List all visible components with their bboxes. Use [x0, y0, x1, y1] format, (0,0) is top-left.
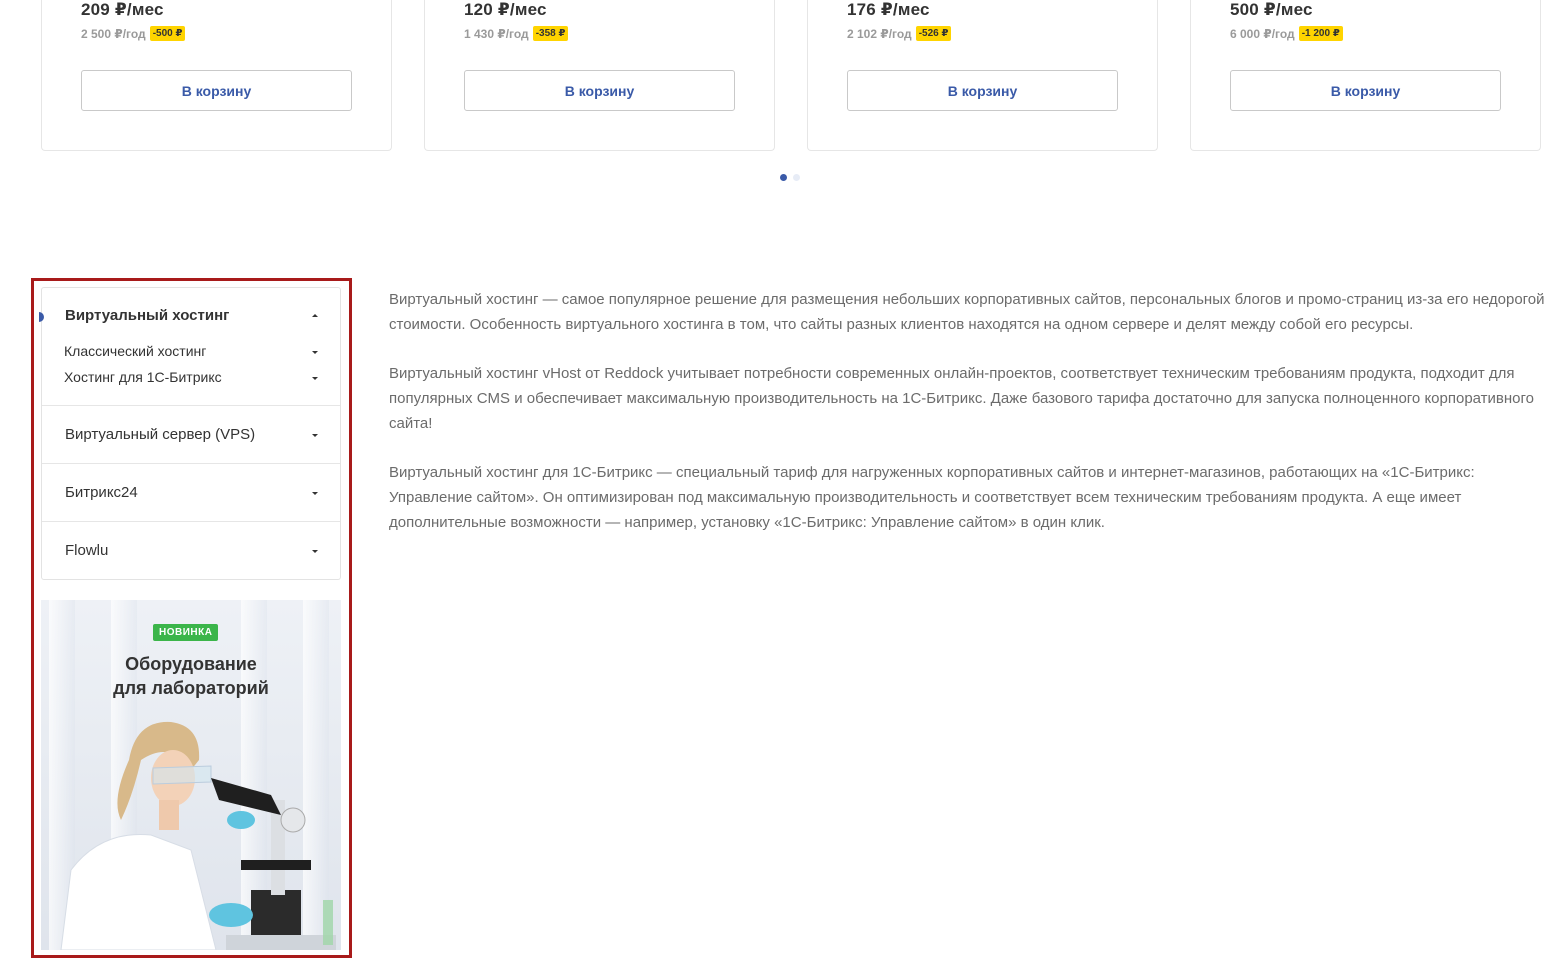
- monthly-price: 176 ₽/мес: [847, 0, 930, 19]
- discount-badge: -500 ₽: [149, 26, 186, 41]
- carousel-dot-active[interactable]: [780, 174, 787, 181]
- chevron-down-icon[interactable]: [312, 351, 318, 354]
- description-paragraph: Виртуальный хостинг для 1С-Битрикс — спе…: [389, 464, 1475, 531]
- sidebar-subitem-classic-hosting[interactable]: Классический хостинг: [64, 343, 206, 359]
- monthly-price: 500 ₽/мес: [1230, 0, 1313, 19]
- chevron-down-icon[interactable]: [312, 492, 318, 495]
- yearly-price-row: 2 102 ₽/год -526 ₽: [847, 26, 952, 41]
- monthly-price: 209 ₽/мес: [81, 0, 164, 19]
- chevron-down-icon[interactable]: [312, 434, 318, 437]
- add-to-cart-button[interactable]: В корзину: [464, 70, 735, 111]
- carousel-pagination: [780, 174, 800, 181]
- chevron-up-icon[interactable]: [312, 314, 318, 317]
- add-to-cart-button[interactable]: В корзину: [847, 70, 1118, 111]
- tariff-cards-carousel: 209 ₽/мес 2 500 ₽/год -500 ₽ В корзину 1…: [0, 0, 1552, 160]
- add-to-cart-button[interactable]: В корзину: [1230, 70, 1501, 111]
- discount-badge: -526 ₽: [915, 26, 952, 41]
- promo-title: Оборудование для лабораторий: [113, 654, 269, 698]
- promo-banner[interactable]: НОВИНКА Оборудование для лабораторий: [41, 600, 341, 950]
- description-paragraph: Виртуальный хостинг — самое популярное р…: [389, 291, 1545, 333]
- yearly-price: 1 430 ₽/год: [464, 26, 529, 41]
- monthly-price: 120 ₽/мес: [464, 0, 547, 19]
- tariff-card: 120 ₽/мес 1 430 ₽/год -358 ₽ В корзину: [424, 0, 775, 151]
- yearly-price: 6 000 ₽/год: [1230, 26, 1295, 41]
- active-indicator: [39, 312, 44, 322]
- carousel-dot[interactable]: [793, 174, 800, 181]
- lab-scientist-illustration: [60, 721, 336, 950]
- yearly-price: 2 500 ₽/год: [81, 26, 146, 41]
- yearly-price: 2 102 ₽/год: [847, 26, 912, 41]
- sidebar-item-bitrix24[interactable]: Битрикс24: [65, 484, 138, 501]
- discount-badge: -358 ₽: [532, 26, 569, 41]
- sidebar-section-flowlu[interactable]: Flowlu: [42, 522, 340, 580]
- yearly-price-row: 2 500 ₽/год -500 ₽: [81, 26, 186, 41]
- tariff-card: 209 ₽/мес 2 500 ₽/год -500 ₽ В корзину: [41, 0, 392, 151]
- sidebar-section-vps[interactable]: Виртуальный сервер (VPS): [42, 406, 340, 464]
- sidebar-item-vps[interactable]: Виртуальный сервер (VPS): [65, 426, 255, 443]
- hosting-description: Виртуальный хостинг — самое популярное р…: [389, 287, 1549, 559]
- description-paragraph: Виртуальный хостинг vHost от Reddock учи…: [389, 365, 1535, 432]
- discount-badge: -1 200 ₽: [1298, 26, 1343, 41]
- tariff-card: 176 ₽/мес 2 102 ₽/год -526 ₽ В корзину: [807, 0, 1158, 151]
- chevron-down-icon[interactable]: [312, 377, 318, 380]
- sidebar-section-bitrix24[interactable]: Битрикс24: [42, 464, 340, 522]
- add-to-cart-button[interactable]: В корзину: [81, 70, 352, 111]
- yearly-price-row: 1 430 ₽/год -358 ₽: [464, 26, 569, 41]
- sidebar-item-flowlu[interactable]: Flowlu: [65, 542, 108, 559]
- tariff-card: 500 ₽/мес 6 000 ₽/год -1 200 ₽ В корзину: [1190, 0, 1541, 151]
- sidebar-item-virtual-hosting[interactable]: Виртуальный хостинг: [65, 307, 229, 324]
- chevron-down-icon[interactable]: [312, 550, 318, 553]
- sidebar-menu: Виртуальный хостинг Классический хостинг…: [39, 287, 341, 580]
- sidebar-subitem-bitrix-hosting[interactable]: Хостинг для 1С-Битрикс: [64, 369, 222, 385]
- sidebar-section-virtual-hosting: Виртуальный хостинг Классический хостинг…: [39, 288, 340, 406]
- yearly-price-row: 6 000 ₽/год -1 200 ₽: [1230, 26, 1343, 41]
- new-badge: НОВИНКА: [153, 624, 219, 641]
